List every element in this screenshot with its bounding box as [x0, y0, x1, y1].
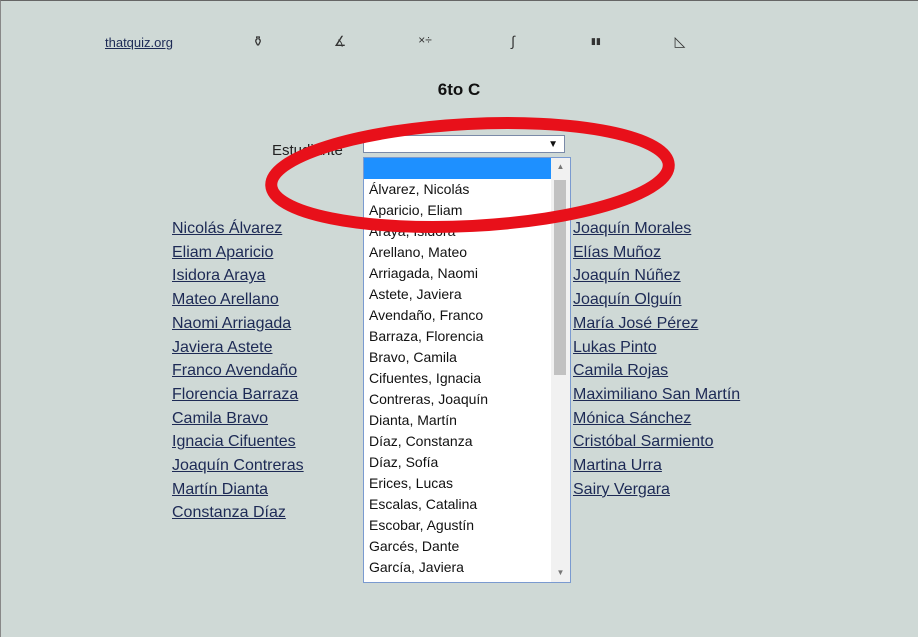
dropdown-option[interactable]: Dianta, Martín [364, 410, 551, 431]
dropdown-option[interactable]: Contreras, Joaquín [364, 389, 551, 410]
student-link[interactable]: Naomi Arriagada [172, 312, 304, 336]
dropdown-option[interactable]: Escobar, Agustín [364, 515, 551, 536]
dropdown-option[interactable]: Araya, Isidora [364, 221, 551, 242]
student-link[interactable]: Constanza Díaz [172, 501, 304, 525]
scrollbar-thumb[interactable] [554, 180, 566, 375]
statistics-icon[interactable]: ▮▮ [585, 36, 607, 47]
dropdown-options: Álvarez, Nicolás Aparicio, Eliam Araya, … [364, 158, 551, 578]
scroll-up-arrow-icon[interactable]: ▲ [551, 158, 570, 176]
student-link[interactable]: María José Pérez [573, 312, 740, 336]
student-link[interactable]: Isidora Araya [172, 264, 304, 288]
student-link[interactable]: Franco Avendaño [172, 359, 304, 383]
student-link[interactable]: Florencia Barraza [172, 383, 304, 407]
dropdown-option[interactable]: García, Javiera [364, 557, 551, 578]
dropdown-option[interactable]: Astete, Javiera [364, 284, 551, 305]
integral-icon[interactable]: ∫ [502, 33, 524, 49]
student-link[interactable]: Martina Urra [573, 454, 740, 478]
dropdown-option[interactable]: Erices, Lucas [364, 473, 551, 494]
arithmetic-icon[interactable]: ×÷ [414, 33, 436, 47]
dropdown-option[interactable]: Álvarez, Nicolás [364, 179, 551, 200]
student-link[interactable]: Sairy Vergara [573, 478, 740, 502]
dropdown-option[interactable]: Aparicio, Eliam [364, 200, 551, 221]
dropdown-option[interactable]: Garcés, Dante [364, 536, 551, 557]
dropdown-option[interactable]: Arriagada, Naomi [364, 263, 551, 284]
page-title: 6to C [437, 80, 481, 99]
student-link[interactable]: Ignacia Cifuentes [172, 430, 304, 454]
dropdown-option[interactable]: Cifuentes, Ignacia [364, 368, 551, 389]
top-nav: thatquiz.org ⚱ ∡ ×÷ ∫ ▮▮ ◺ [105, 33, 725, 53]
student-link[interactable]: Camila Bravo [172, 407, 304, 431]
student-link[interactable]: Maximiliano San Martín [573, 383, 740, 407]
scroll-down-arrow-icon[interactable]: ▼ [551, 564, 570, 582]
dropdown-option[interactable]: Barraza, Florencia [364, 326, 551, 347]
dropdown-option[interactable]: Escalas, Catalina [364, 494, 551, 515]
dropdown-option[interactable]: Díaz, Constanza [364, 431, 551, 452]
dropdown-option[interactable]: Avendaño, Franco [364, 305, 551, 326]
student-link[interactable]: Eliam Aparicio [172, 241, 304, 265]
fractions-icon[interactable]: ⚱ [247, 33, 269, 50]
student-link[interactable]: Elías Muñoz [573, 241, 740, 265]
dropdown-option[interactable]: Díaz, Sofía [364, 452, 551, 473]
student-link[interactable]: Martín Dianta [172, 478, 304, 502]
student-select[interactable]: ▼ [363, 135, 565, 153]
geometry-icon[interactable]: ◺ [669, 33, 691, 50]
student-dropdown-list[interactable]: Álvarez, Nicolás Aparicio, Eliam Araya, … [363, 157, 571, 583]
student-link[interactable]: Mateo Arellano [172, 288, 304, 312]
student-link[interactable]: Cristóbal Sarmiento [573, 430, 740, 454]
student-link[interactable]: Joaquín Contreras [172, 454, 304, 478]
dropdown-option[interactable]: Bravo, Camila [364, 347, 551, 368]
student-link[interactable]: Joaquín Morales [573, 217, 740, 241]
student-link[interactable]: Mónica Sánchez [573, 407, 740, 431]
dropdown-scrollbar[interactable]: ▲ ▼ [551, 158, 570, 582]
student-link[interactable]: Joaquín Olguín [573, 288, 740, 312]
student-link[interactable]: Javiera Astete [172, 336, 304, 360]
student-link[interactable]: Camila Rojas [573, 359, 740, 383]
chevron-down-icon: ▼ [548, 139, 558, 150]
site-logo-link[interactable]: thatquiz.org [105, 35, 173, 50]
student-link[interactable]: Nicolás Álvarez [172, 217, 304, 241]
student-list-right: Joaquín Morales Elías Muñoz Joaquín Núñe… [573, 217, 740, 501]
student-link[interactable]: Joaquín Núñez [573, 264, 740, 288]
dropdown-option-blank[interactable] [364, 158, 551, 179]
angle-icon[interactable]: ∡ [329, 33, 351, 50]
dropdown-option[interactable]: Arellano, Mateo [364, 242, 551, 263]
student-label: Estudiante [272, 142, 343, 159]
student-list-left: Nicolás Álvarez Eliam Aparicio Isidora A… [172, 217, 304, 525]
student-link[interactable]: Lukas Pinto [573, 336, 740, 360]
